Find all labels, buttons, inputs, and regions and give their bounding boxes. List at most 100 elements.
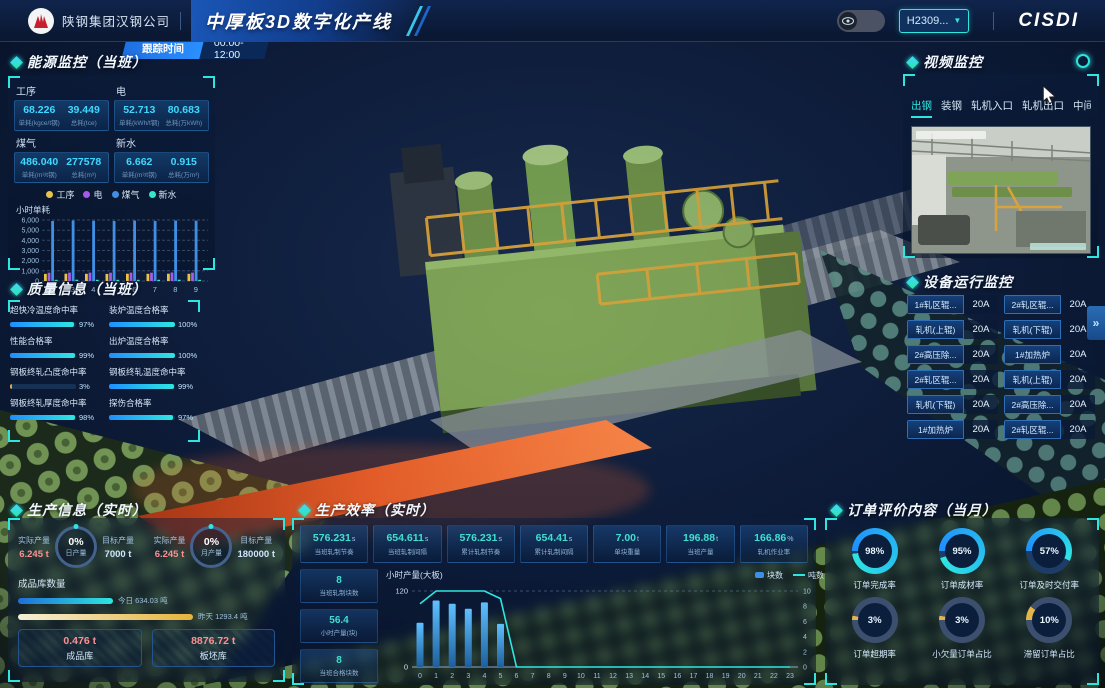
metric-label: 总耗(tce) bbox=[62, 117, 107, 127]
device-name: 2#轧区辊... bbox=[907, 370, 964, 389]
progress-track bbox=[10, 415, 76, 420]
order-donut: 95%订单成材率 bbox=[920, 528, 1004, 591]
target-label: 目标产量 bbox=[237, 535, 275, 546]
svg-text:2: 2 bbox=[803, 649, 807, 656]
energy-metric: 277578总耗(m³) bbox=[62, 156, 107, 179]
device-name: 轧机(上辊) bbox=[907, 320, 964, 339]
stat-value: 7.00t bbox=[616, 532, 639, 544]
progress-fill bbox=[10, 353, 75, 358]
order-donut: 3% 小欠量订单占比 bbox=[920, 597, 1004, 660]
device-name: 2#高压除... bbox=[907, 345, 964, 364]
svg-text:10: 10 bbox=[803, 589, 811, 596]
quality-label: 性能合格率 bbox=[10, 335, 99, 347]
today-bar bbox=[18, 598, 113, 604]
title-bar: 陕钢集团汉钢公司 中厚板3D数字化产线 H2309... ▼ CISDI bbox=[0, 0, 1105, 42]
metric-value: 0.915 bbox=[162, 156, 207, 168]
quality-value: 3% bbox=[79, 382, 99, 391]
order-donuts-top: 98%订单完成率95%订单成材率57%订单及时交付率 bbox=[831, 528, 1093, 591]
device-cell: 2#高压除...20A bbox=[1004, 395, 1095, 414]
company-logo-icon bbox=[28, 8, 54, 34]
hourly-chart-legend: 块数 吨数 bbox=[755, 570, 824, 581]
energy-metric: 39.449总耗(tce) bbox=[62, 104, 107, 127]
device-current-value: 20A bbox=[964, 420, 998, 439]
donut-label: 订单及时交付率 bbox=[1020, 579, 1080, 591]
svg-text:4: 4 bbox=[482, 673, 486, 680]
metric-value: 6.662 bbox=[117, 156, 162, 168]
diamond-icon bbox=[906, 276, 919, 289]
slab-stock-box: 8876.72 t 板坯库 bbox=[152, 629, 276, 667]
monthly-gauge: 0% 月产量 bbox=[190, 526, 232, 568]
stat-unit: s bbox=[498, 536, 502, 543]
daily-production-group: 实际产量 6.245 t 0% 日产量 目标产量 7000 t bbox=[18, 526, 134, 568]
quality-value: 100% bbox=[178, 351, 198, 360]
line-marker-icon bbox=[793, 574, 805, 576]
donut-value: 98% bbox=[865, 546, 884, 557]
stat-label: 单块重量 bbox=[614, 546, 640, 556]
stat-value: 8 bbox=[336, 575, 342, 586]
stat-value: 576.231s bbox=[313, 532, 355, 544]
svg-text:7: 7 bbox=[531, 673, 535, 680]
order-donut: 57% 订单及时交付率 bbox=[1007, 528, 1091, 591]
legend-dot-icon bbox=[83, 191, 90, 198]
energy-group-name: 新水 bbox=[116, 135, 209, 150]
svg-text:2,000: 2,000 bbox=[21, 258, 39, 265]
yesterday-bar bbox=[18, 614, 193, 620]
efficiency-side-stats: 8当班轧制块数56.4小时产量(块)8当班合格块数 bbox=[300, 569, 378, 683]
panel-collapse-button[interactable]: » bbox=[1087, 306, 1105, 340]
quality-item: 装炉温度合格率100% bbox=[109, 304, 198, 329]
hourly-chart-title: 小时产量(大板) bbox=[386, 569, 443, 581]
video-tab-3[interactable]: 轧机出口 bbox=[1022, 98, 1064, 118]
inventory-bar-yesterday: 昨天 1293.4 吨 bbox=[18, 611, 275, 622]
quality-label: 超快冷温度命中率 bbox=[10, 304, 99, 316]
device-current-value: 20A bbox=[964, 345, 998, 364]
legend-dot-icon bbox=[112, 191, 119, 198]
efficiency-stat: 7.00t 单块重量 bbox=[593, 525, 661, 563]
svg-text:8: 8 bbox=[173, 285, 177, 294]
stat-label: 当班轧制节奏 bbox=[315, 546, 354, 556]
camera-icon[interactable] bbox=[1076, 54, 1090, 68]
devices-panel: 1#轧区辊...20A2#轧区辊...20A轧机(上辊)20A轧机(下辊)20A… bbox=[903, 290, 1099, 442]
metric-value: 277578 bbox=[62, 156, 107, 168]
device-cell: 2#轧区辊...20A bbox=[907, 370, 998, 389]
svg-text:16: 16 bbox=[674, 673, 682, 680]
order-donuts-bottom: 3%订单超期率3%小欠量订单占比10%滞留订单占比 bbox=[831, 597, 1093, 660]
quality-label: 钢板终轧温度命中率 bbox=[109, 366, 198, 378]
energy-metric: 6.662单耗(m³/t钢) bbox=[117, 156, 162, 179]
svg-text:4: 4 bbox=[803, 634, 807, 641]
page-title: 中厚板3D数字化产线 bbox=[205, 8, 392, 34]
energy-group-name: 工序 bbox=[16, 83, 109, 98]
metric-label: 单耗(m³/t钢) bbox=[117, 169, 162, 179]
quality-label: 出炉温度合格率 bbox=[109, 335, 198, 347]
energy-chart-title: 小时单耗 bbox=[16, 204, 209, 216]
quality-label: 钢板终轧厚度命中率 bbox=[10, 397, 99, 409]
donut-ring: 57% bbox=[1026, 528, 1072, 574]
svg-text:20: 20 bbox=[738, 673, 746, 680]
efficiency-side-stat: 8当班合格块数 bbox=[300, 649, 378, 683]
heat-number-value: H2309... bbox=[907, 15, 949, 27]
efficiency-stat: 654.41s累计轧制间隔 bbox=[520, 525, 588, 563]
orders-panel: 98%订单完成率95%订单成材率57%订单及时交付率 3%订单超期率3%小欠量订… bbox=[825, 518, 1099, 685]
visibility-toggle[interactable] bbox=[837, 10, 885, 32]
bar-marker-icon bbox=[755, 572, 764, 578]
stat-unit: t bbox=[716, 536, 718, 543]
video-feed[interactable] bbox=[911, 126, 1091, 254]
svg-text:17: 17 bbox=[690, 673, 698, 680]
svg-text:21: 21 bbox=[754, 673, 762, 680]
quality-panel-header: 质量信息（当班） bbox=[12, 279, 147, 299]
video-tab-2[interactable]: 轧机入口 bbox=[971, 98, 1013, 118]
donut-label: 小欠量订单占比 bbox=[932, 648, 992, 660]
video-tab-0[interactable]: 出钢 bbox=[911, 98, 932, 118]
svg-text:12: 12 bbox=[609, 673, 617, 680]
stat-value: 196.88t bbox=[683, 532, 718, 544]
banner-slash bbox=[414, 6, 431, 36]
heat-number-select[interactable]: H2309... ▼ bbox=[899, 9, 970, 33]
quality-value: 97% bbox=[79, 320, 99, 329]
video-tab-1[interactable]: 装钢 bbox=[941, 98, 962, 118]
progress-fill bbox=[10, 415, 75, 420]
efficiency-stat: 576.231s 当班轧制节奏 bbox=[300, 525, 368, 563]
donut-ring: 3% bbox=[939, 597, 985, 643]
diamond-icon bbox=[10, 504, 23, 517]
inventory-bar-today: 今日 634.03 吨 bbox=[18, 595, 275, 606]
video-tab-4[interactable]: 中间冷 bbox=[1073, 98, 1091, 118]
progress-track bbox=[10, 384, 76, 389]
